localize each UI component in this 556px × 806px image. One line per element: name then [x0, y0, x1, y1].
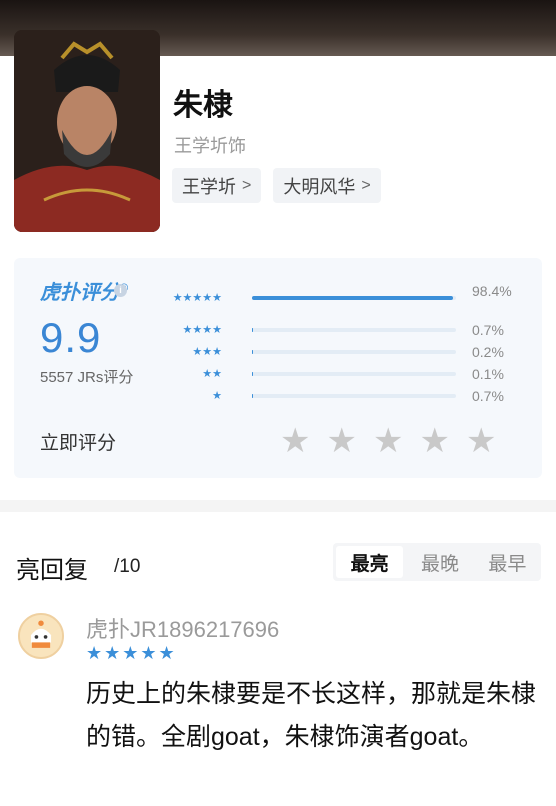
chevron-right-icon: >	[242, 176, 252, 194]
rating-count: 5557 JRs评分	[40, 369, 134, 386]
sort-tab-earliest[interactable]: 最早	[474, 543, 541, 581]
distribution-percent: 0.7%	[472, 388, 504, 404]
character-poster[interactable]	[14, 30, 160, 232]
comment-username[interactable]: 虎扑JR1896217696	[86, 612, 279, 644]
distribution-percent: 0.7%	[472, 322, 504, 338]
distribution-bar	[252, 296, 456, 300]
star-icon[interactable]: ★	[419, 424, 449, 458]
distribution-row-1: ★ 0.7%	[164, 388, 534, 404]
distribution-bar	[252, 328, 456, 332]
distribution-row-5: ★★★★★ 98.4%	[164, 283, 534, 306]
sort-tab-brightest[interactable]: 最亮	[336, 546, 404, 578]
star-icon[interactable]: ★	[373, 424, 403, 458]
comment-rating-stars: ★★★★★	[86, 643, 177, 663]
distribution-bar-fill	[252, 296, 453, 300]
distribution-percent: 98.4%	[472, 283, 512, 299]
avatar-image	[20, 615, 62, 657]
chevron-right-icon: >	[361, 176, 371, 194]
info-icon[interactable]: i	[114, 284, 127, 297]
star-icon[interactable]: ★	[466, 424, 496, 458]
tag-actor[interactable]: 王学圻 >	[172, 168, 262, 203]
actor-credit: 王学圻饰	[174, 136, 246, 156]
tag-label: 王学圻	[182, 176, 236, 197]
section-title: 亮回复	[16, 557, 88, 584]
star-icons: ★★★★★	[172, 292, 222, 304]
distribution-bar	[252, 394, 456, 398]
rating-panel: 虎扑评分® i 9.9 5557 JRs评分 ★★★★★ 98.4% ★★★★ …	[14, 258, 542, 478]
rate-stars: ★ ★ ★ ★ ★	[280, 424, 496, 458]
portrait-image	[14, 30, 160, 232]
sort-tab-latest[interactable]: 最晚	[406, 543, 473, 581]
rate-now-label[interactable]: 立即评分	[40, 428, 116, 455]
section-divider	[0, 500, 556, 512]
distribution-bar-fill	[252, 328, 254, 332]
comment-count: /10	[114, 556, 141, 577]
star-icons: ★★	[202, 368, 222, 380]
comment-text: 历史上的朱棣要是不长这样，那就是朱棣的错。全剧goat，朱棣饰演者goat。	[86, 680, 537, 751]
distribution-row-3: ★★★ 0.2%	[164, 344, 534, 360]
distribution-row-2: ★★ 0.1%	[164, 366, 534, 382]
avatar[interactable]	[18, 613, 64, 659]
distribution-bar	[252, 372, 456, 376]
star-icon[interactable]: ★	[280, 424, 310, 458]
distribution-percent: 0.1%	[472, 366, 504, 382]
star-icons: ★	[212, 390, 222, 402]
distribution-bar-fill	[252, 394, 254, 398]
star-icons: ★★★	[192, 346, 222, 358]
distribution-row-4: ★★★★ 0.7%	[164, 322, 534, 338]
distribution-percent: 0.2%	[472, 344, 504, 360]
character-name: 朱棣	[173, 89, 233, 122]
sort-tabs: 最亮 最晚 最早	[333, 543, 541, 581]
tag-show[interactable]: 大明风华 >	[273, 168, 381, 203]
star-icons: ★★★★	[182, 324, 222, 336]
star-icon[interactable]: ★	[326, 424, 356, 458]
rating-score: 9.9	[40, 314, 102, 361]
distribution-bar	[252, 350, 456, 354]
tag-label: 大明风华	[283, 176, 356, 197]
related-tags: 王学圻 > 大明风华 >	[172, 168, 381, 203]
